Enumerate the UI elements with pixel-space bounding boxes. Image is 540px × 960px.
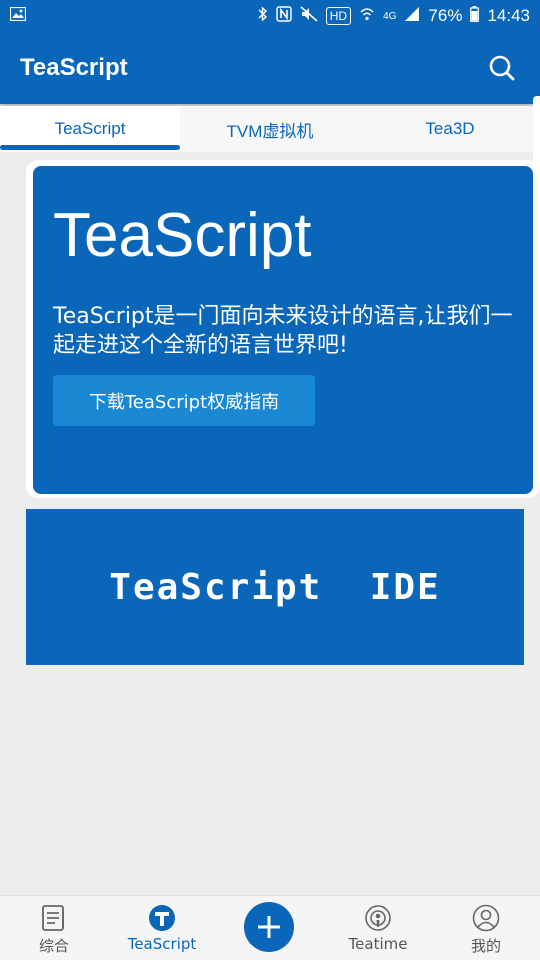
document-icon xyxy=(42,905,64,931)
hd-badge: HD xyxy=(325,7,352,25)
tab-tvm[interactable]: TVM虚拟机 xyxy=(180,106,360,152)
nav-item-me[interactable]: 我的 xyxy=(432,896,540,960)
add-button[interactable] xyxy=(244,902,294,952)
nav-label-general: 综合 xyxy=(38,937,69,955)
network-type: 4G xyxy=(383,10,397,22)
nav-label-teatime: Teatime xyxy=(348,935,408,953)
mute-icon xyxy=(300,5,318,27)
user-icon xyxy=(472,904,500,932)
plus-icon xyxy=(258,916,280,938)
status-bar: HD 4G 76% 14:43 xyxy=(0,0,540,32)
search-icon xyxy=(489,55,515,81)
bluetooth-icon xyxy=(258,5,268,27)
teascript-logo-icon xyxy=(149,905,175,931)
nav-label-teascript: TeaScript xyxy=(127,935,197,953)
clock: 14:43 xyxy=(487,6,530,25)
download-guide-button[interactable]: 下载TeaScript权威指南 xyxy=(53,375,315,426)
tab-teascript[interactable]: TeaScript xyxy=(0,106,180,152)
hero-description: TeaScript是一门面向未来设计的语言,让我们一起走进这个全新的语言世界吧! xyxy=(53,304,513,358)
nav-item-general[interactable]: 综合 xyxy=(0,896,108,960)
nav-label-me: 我的 xyxy=(470,937,501,955)
search-button[interactable] xyxy=(484,50,520,86)
battery-level: 76% xyxy=(428,6,463,25)
nav-item-teatime[interactable]: Teatime xyxy=(324,896,432,960)
wifi-icon xyxy=(359,6,375,27)
app-title: TeaScript xyxy=(20,54,128,81)
tab-bar: TeaScript TVM虚拟机 Tea3D xyxy=(0,106,540,152)
ide-banner[interactable]: TeaScript IDE xyxy=(26,509,524,665)
podcast-icon xyxy=(365,905,391,931)
tab-tea3d[interactable]: Tea3D xyxy=(360,106,540,152)
hero-title: TeaScript xyxy=(53,201,312,270)
nfc-icon xyxy=(276,5,292,27)
signal-icon xyxy=(404,6,420,27)
nav-item-teascript[interactable]: TeaScript xyxy=(108,896,216,960)
ide-banner-text: TeaScript IDE xyxy=(109,566,441,608)
battery-icon xyxy=(470,5,480,27)
hero-card: TeaScript TeaScript是一门面向未来设计的语言,让我们一起走进这… xyxy=(33,166,533,494)
app-bar: TeaScript xyxy=(0,32,540,104)
gallery-notification-icon xyxy=(9,6,27,26)
